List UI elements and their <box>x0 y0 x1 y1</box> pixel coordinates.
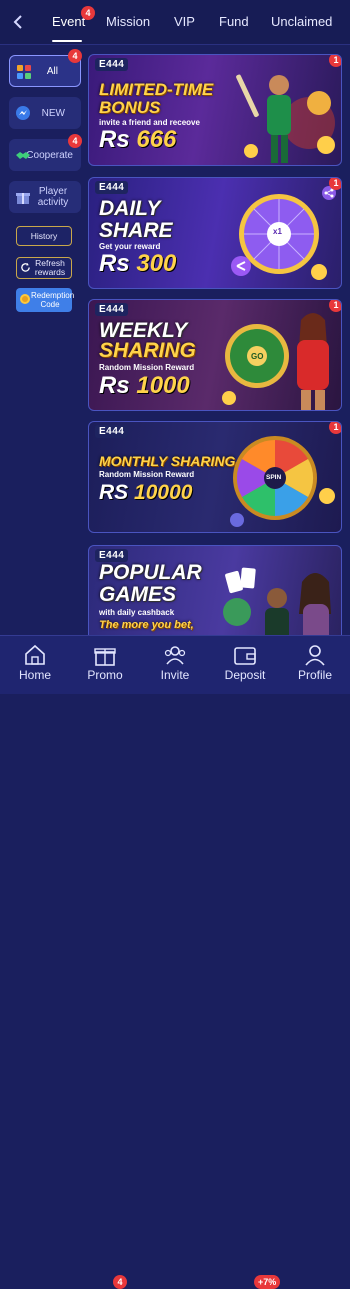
tab-unclaimed[interactable]: Unclaimed <box>271 14 332 29</box>
wheel-spin-label: SPIN <box>266 474 282 481</box>
refresh-icon <box>20 262 31 275</box>
nav-label: Invite <box>160 668 190 682</box>
banner-title-line1: WEEKLY <box>99 319 188 342</box>
banner-amount: Rs 666 <box>99 126 177 153</box>
nav-promo[interactable]: Promo <box>75 644 135 682</box>
nav-home[interactable]: Home <box>5 644 65 682</box>
coins-icon <box>19 293 31 307</box>
banner-title-line1: POPULAR <box>99 561 202 584</box>
wheel-multiplier: x1 <box>273 227 282 236</box>
banner-amount: Rs 300 <box>99 250 177 277</box>
nav-label: Home <box>18 668 51 682</box>
history-button-label: History <box>30 230 58 241</box>
nav-invite[interactable]: Invite <box>145 644 205 682</box>
wallet-icon <box>234 647 256 665</box>
sidebar-all-badge: 4 <box>68 49 82 63</box>
casino-characters-illustration <box>223 567 331 644</box>
banner-subtitle: with daily cashback <box>99 608 175 617</box>
gift-icon <box>15 189 31 205</box>
messenger-icon <box>15 105 31 121</box>
history-button[interactable]: History <box>16 226 72 246</box>
banner-daily-share[interactable]: E444 DAILY SHARE Get your reward Rs 300 … <box>88 177 342 289</box>
nav-profile[interactable]: Profile <box>285 644 345 682</box>
tab-vip[interactable]: VIP <box>174 14 195 29</box>
banner-title-line1: LIMITED-TIME <box>99 80 214 99</box>
banner-badge: 1 <box>329 178 341 190</box>
sidebar-item-label: All <box>46 65 58 77</box>
banner-monthly-sharing[interactable]: E444 MONTHLY SHARING Random Mission Rewa… <box>88 421 342 533</box>
banner-weekly-sharing[interactable]: E444 WEEKLY SHARING Random Mission Rewar… <box>88 299 342 411</box>
banner-badge: 1 <box>329 55 341 67</box>
brand-logo: E444 <box>95 425 129 438</box>
brand-logo: E444 <box>95 181 129 194</box>
nav-label: Profile <box>297 668 332 682</box>
profile-icon <box>305 645 325 666</box>
banner-limited-time-bonus[interactable]: E444 LIMITED-TIME BONUS invite a friend … <box>88 54 342 166</box>
banner-title-line2: SHARING <box>99 339 196 362</box>
home-icon <box>25 644 45 665</box>
grid-icon <box>16 64 32 80</box>
banner-title-line2: BONUS <box>99 98 161 117</box>
spin-wheel-illustration <box>230 436 335 527</box>
nav-label: Deposit <box>224 668 266 682</box>
sidebar-item-label: Cooperate <box>26 149 73 161</box>
banner-title-line1: DAILY <box>99 197 161 220</box>
banner-amount: Rs 1000 <box>99 372 190 399</box>
back-arrow-icon[interactable] <box>8 12 28 32</box>
sidebar-item-label: NEW <box>41 107 65 119</box>
brand-logo: E444 <box>95 58 129 71</box>
tab-event[interactable]: Event <box>52 14 85 29</box>
banner-subtitle: Random Mission Reward <box>99 470 195 479</box>
banner-title-line2: GAMES <box>99 583 177 606</box>
nav-promo-badge: 4 <box>113 1275 127 1289</box>
banner-badge: 1 <box>329 422 341 434</box>
banner-subtitle: Random Mission Reward <box>99 363 195 372</box>
refresh-rewards-button[interactable]: Refresh rewards <box>16 257 72 279</box>
nav-label: Promo <box>87 668 123 682</box>
banner-title-line1: MONTHLY SHARING <box>99 453 236 469</box>
prize-wheel-illustration <box>231 194 327 280</box>
banner-popular-games[interactable]: E444 POPULAR GAMES with daily cashback T… <box>88 545 342 645</box>
cricket-player-illustration <box>236 74 335 163</box>
top-tab-bar: Event 4 Mission VIP Fund Unclaimed <box>0 0 350 45</box>
sidebar-item-label: Player activity <box>37 186 69 208</box>
gift-icon <box>94 648 116 666</box>
banner-title-line2: SHARE <box>99 219 173 242</box>
roulette-wheel-with-woman-illustration <box>222 313 329 410</box>
tab-fund[interactable]: Fund <box>219 14 249 29</box>
sidebar-cooperate-badge: 4 <box>68 134 82 148</box>
tab-event-badge: 4 <box>81 6 95 20</box>
tab-mission[interactable]: Mission <box>106 14 150 29</box>
handshake-icon <box>15 147 31 163</box>
wheel-go-label: GO <box>251 352 264 361</box>
users-icon <box>164 646 186 665</box>
nav-deposit-badge: +7% <box>254 1275 281 1289</box>
redemption-code-button[interactable]: Redemption Code <box>16 288 75 312</box>
banner-badge: 1 <box>329 300 341 312</box>
banner-subtitle-2: The more you bet, <box>99 619 194 631</box>
nav-deposit[interactable]: Deposit <box>215 644 275 682</box>
sidebar-item-player-activity[interactable]: Player activity <box>9 181 81 213</box>
sidebar-item-new[interactable]: NEW <box>9 97 81 129</box>
redemption-code-label: Redemption Code <box>31 291 75 309</box>
active-tab-indicator <box>52 40 82 42</box>
banner-amount: RS 10000 <box>99 481 193 504</box>
bottom-navigation: Home Promo 4 Invite Deposit +7% Profile <box>0 635 350 1289</box>
brand-logo: E444 <box>95 303 129 316</box>
